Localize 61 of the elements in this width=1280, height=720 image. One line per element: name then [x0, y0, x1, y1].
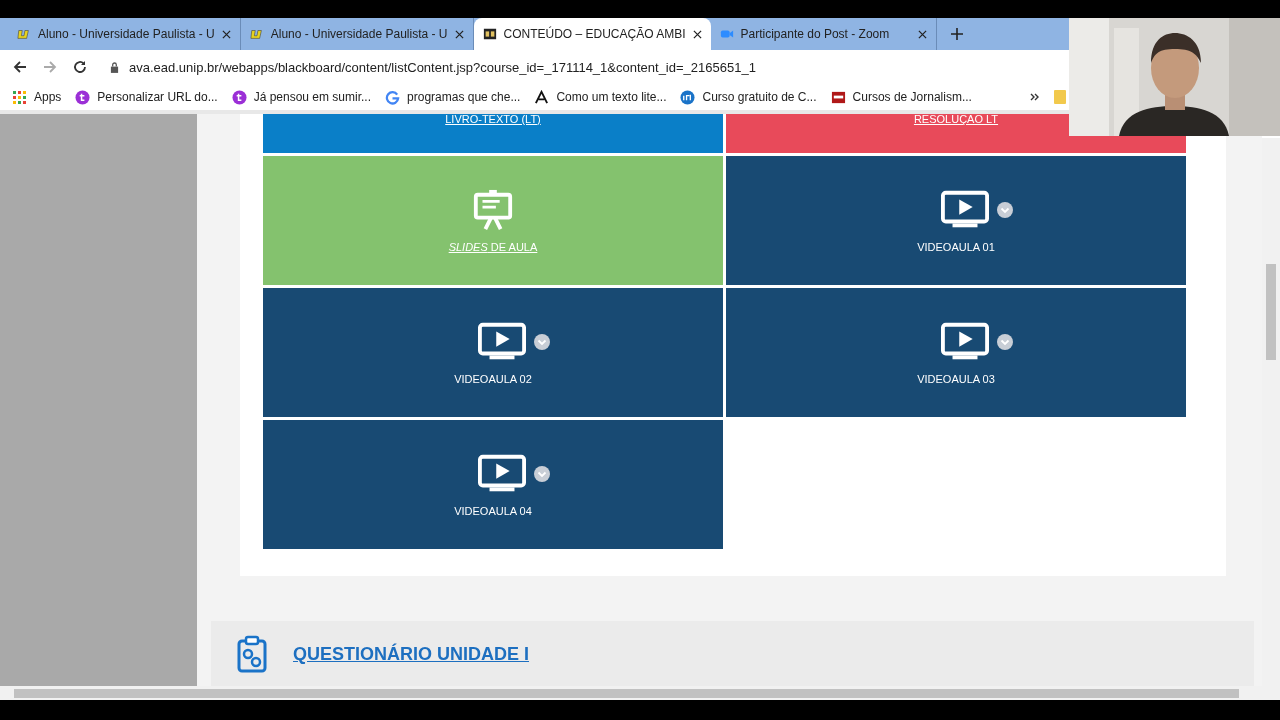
- bookmark-label: Já pensou em sumir...: [253, 90, 372, 104]
- tile-label: RESOLUÇAO LT: [913, 114, 999, 125]
- favicon-icon: [249, 27, 264, 41]
- content-tile[interactable]: VIDEOAULA 01: [726, 156, 1186, 285]
- bookmark-label: Como um texto lite...: [556, 90, 667, 104]
- bookmark[interactable]: Já pensou em sumir...: [231, 89, 372, 105]
- chevrons-icon[interactable]: [1030, 92, 1040, 102]
- lock-icon: [110, 61, 119, 73]
- serif-a-icon: [534, 89, 550, 105]
- new-tab-icon[interactable]: [950, 28, 963, 40]
- bookmark-label: Cursos de Jornalism...: [852, 90, 972, 104]
- bookmark[interactable]: Como um texto lite...: [534, 89, 667, 105]
- close-icon[interactable]: [692, 29, 702, 39]
- favicon-icon: [482, 27, 497, 41]
- tile-label: SLIDES DE AULA: [448, 240, 538, 253]
- tile-label: VIDEOAULA 01: [917, 240, 995, 253]
- address-bar[interactable]: ava.ead.unip.br/webapps/blackboard/content/listContent.jsp?course_id=_171114_1&content_id=_2165651_1: [102, 53, 1065, 81]
- content-tile[interactable]: VIDEOAULA 04: [263, 420, 723, 549]
- tile-label: LIVRO-TEXTO (LT): [445, 114, 541, 125]
- circle-logo-icon: [231, 89, 247, 105]
- bookmark-label: Personalizar URL do...: [97, 90, 218, 104]
- section-title-link[interactable]: QUESTIONÁRIO UNIDADE I: [293, 643, 529, 665]
- tile-label: VIDEOAULA 04: [454, 504, 532, 517]
- dropdown-chevron-icon[interactable]: [997, 201, 1013, 218]
- reload-icon[interactable]: [72, 59, 88, 75]
- content-tile[interactable]: LIVRO-TEXTO (LT): [263, 114, 723, 153]
- browser-tab[interactable]: Aluno - Universidade Paulista - U: [8, 18, 241, 50]
- browser-tab[interactable]: CONTEÚDO – EDUCAÇÃO AMBI: [473, 18, 711, 50]
- close-icon[interactable]: [221, 29, 231, 39]
- apps-grid-icon: [12, 89, 27, 105]
- tab-title: Aluno - Universidade Paulista - U: [270, 27, 448, 41]
- tile-label: VIDEOAULA 02: [454, 372, 532, 385]
- close-icon[interactable]: [917, 29, 927, 39]
- browser-tab[interactable]: Participante do Post - Zoom: [710, 18, 937, 50]
- back-arrow-icon[interactable]: [12, 59, 28, 75]
- close-icon[interactable]: [454, 29, 464, 39]
- bookmark[interactable]: Apps: [12, 89, 62, 105]
- dropdown-chevron-icon[interactable]: [534, 465, 550, 482]
- dropdown-chevron-icon[interactable]: [997, 333, 1013, 350]
- tile-label: VIDEOAULA 03: [917, 372, 995, 385]
- bookmark[interactable]: Personalizar URL do...: [75, 89, 218, 105]
- tab-title: CONTEÚDO – EDUCAÇÃO AMBI: [503, 27, 686, 41]
- horizontal-scrollbar[interactable]: [0, 686, 1280, 700]
- square-logo-icon: [830, 89, 846, 105]
- content-tile[interactable]: VIDEOAULA 03: [726, 288, 1186, 417]
- browser-tab[interactable]: Aluno - Universidade Paulista - U: [240, 18, 474, 50]
- favicon-icon: [17, 27, 31, 41]
- g-logo-icon: [385, 89, 401, 105]
- tab-title: Participante do Post - Zoom: [740, 27, 891, 41]
- circle-logo-icon: [680, 89, 696, 105]
- bookmark[interactable]: Cursos de Jornalism...: [830, 89, 972, 105]
- clipboard-gears-icon: [237, 635, 267, 673]
- bookmark-label: Curso gratuito de C...: [702, 90, 817, 104]
- dropdown-chevron-icon[interactable]: [534, 333, 550, 350]
- bookmark[interactable]: programas que che...: [385, 89, 521, 105]
- bookmark[interactable]: Curso gratuito de C...: [680, 89, 817, 105]
- bookmark-label: Apps: [34, 90, 62, 104]
- tab-title: Aluno - Universidade Paulista - U: [38, 27, 215, 41]
- bookmark-label: programas que che...: [407, 90, 521, 104]
- circle-logo-icon: [75, 89, 91, 105]
- content-tile[interactable]: VIDEOAULA 02: [263, 288, 723, 417]
